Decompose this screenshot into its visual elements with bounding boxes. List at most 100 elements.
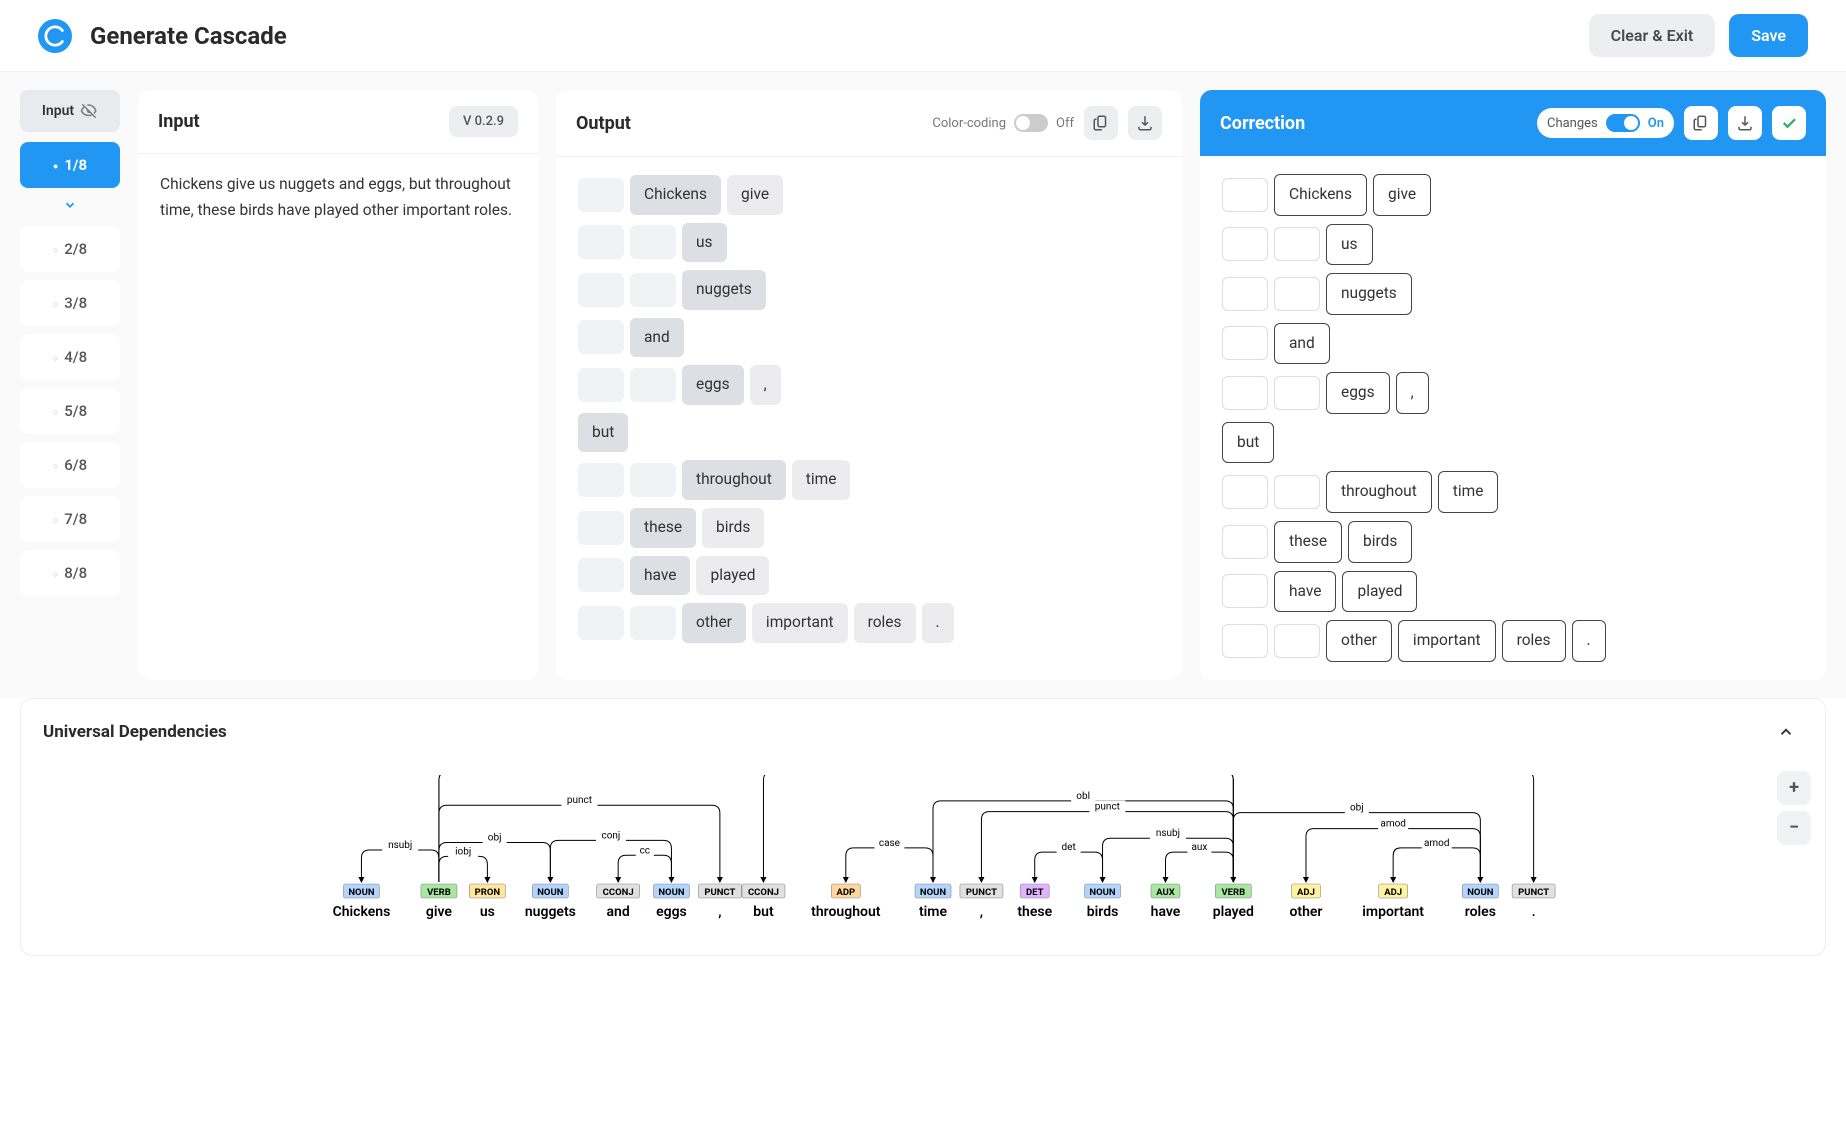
chevron-up-icon[interactable] (1769, 715, 1803, 749)
placeholder (1222, 475, 1268, 509)
placeholder (1222, 277, 1268, 311)
page-nav-item[interactable]: 4/8 (20, 334, 120, 380)
svg-text:but: but (753, 904, 774, 920)
svg-text:AUX: AUX (1156, 887, 1175, 898)
page-title: Generate Cascade (90, 22, 287, 50)
zoom-in-button[interactable]: + (1777, 771, 1811, 805)
svg-text:PUNCT: PUNCT (1518, 887, 1549, 898)
svg-text:,: , (980, 904, 983, 920)
svg-text:nsubj: nsubj (388, 840, 412, 851)
page-nav-item[interactable]: 3/8 (20, 280, 120, 326)
token-row: otherimportantroles. (578, 603, 1160, 643)
chevron-down-icon[interactable] (20, 196, 120, 218)
placeholder (630, 225, 676, 259)
placeholder (1222, 624, 1268, 658)
token-row: throughouttime (578, 460, 1160, 500)
page-nav-item[interactable]: 2/8 (20, 226, 120, 272)
token[interactable]: and (1274, 323, 1330, 365)
placeholder (1222, 574, 1268, 608)
page-nav: 1/8 2/8 3/8 4/8 5/8 6/8 7/8 8/8 (20, 142, 120, 596)
svg-text:NOUN: NOUN (1467, 887, 1494, 898)
svg-text:punct: punct (567, 795, 592, 806)
svg-text:throughout: throughout (811, 904, 881, 920)
placeholder (578, 225, 624, 259)
placeholder (1222, 326, 1268, 360)
token[interactable]: these (1274, 521, 1342, 563)
token[interactable]: . (1572, 620, 1606, 662)
placeholder (1274, 475, 1320, 509)
svg-text:PUNCT: PUNCT (966, 887, 997, 898)
svg-text:punct: punct (1095, 801, 1120, 812)
token[interactable]: roles (1502, 620, 1566, 662)
placeholder (1222, 525, 1268, 559)
svg-text:and: and (607, 904, 630, 920)
token[interactable]: have (1274, 571, 1336, 613)
placeholder (630, 606, 676, 640)
input-text: Chickens give us nuggets and eggs, but t… (138, 154, 538, 241)
clear-exit-button[interactable]: Clear & Exit (1589, 14, 1716, 57)
svg-text:cc: cc (640, 845, 650, 856)
token: time (792, 460, 851, 500)
svg-text:case: case (879, 837, 900, 848)
token: have (630, 556, 690, 596)
svg-text:aux: aux (1191, 842, 1207, 853)
svg-text:time: time (919, 904, 948, 920)
svg-text:NOUN: NOUN (658, 887, 685, 898)
token[interactable]: nuggets (1326, 273, 1412, 315)
correction-panel: Correction Changes On Chickensgiveusnugg… (1200, 90, 1826, 680)
placeholder (578, 320, 624, 354)
token[interactable]: give (1373, 174, 1431, 216)
token-row: thesebirds (1222, 521, 1804, 563)
token[interactable]: throughout (1326, 471, 1432, 513)
token[interactable]: time (1438, 471, 1499, 513)
download-icon[interactable] (1128, 106, 1162, 140)
placeholder (578, 368, 624, 402)
placeholder (578, 463, 624, 497)
page-nav-item[interactable]: 8/8 (20, 550, 120, 596)
token-row: otherimportantroles. (1222, 620, 1804, 662)
svg-text:CCONJ: CCONJ (748, 887, 779, 898)
sidebar-input-label[interactable]: Input (20, 90, 120, 132)
zoom-out-button[interactable]: − (1777, 811, 1811, 845)
svg-text:birds: birds (1087, 904, 1119, 920)
download-icon[interactable] (1728, 106, 1762, 140)
changes-toggle[interactable] (1606, 114, 1640, 132)
token[interactable]: important (1398, 620, 1496, 662)
output-panel: Output Color-coding Off Chickensgiveusnu… (556, 90, 1182, 680)
page-nav-item[interactable]: 7/8 (20, 496, 120, 542)
page-nav-item[interactable]: 5/8 (20, 388, 120, 434)
ud-panel: Universal Dependencies + − nsubjiobjobjc… (20, 698, 1826, 956)
token-row: us (1222, 224, 1804, 266)
approve-icon[interactable] (1772, 106, 1806, 140)
output-rows: Chickensgiveusnuggetsandeggs,butthrougho… (578, 175, 1160, 643)
token[interactable]: birds (1348, 521, 1412, 563)
copy-icon[interactable] (1684, 106, 1718, 140)
copy-icon[interactable] (1084, 106, 1118, 140)
svg-text:det: det (1062, 842, 1076, 853)
save-button[interactable]: Save (1729, 14, 1808, 57)
placeholder (1274, 227, 1320, 261)
dependency-graph: nsubjiobjobjconjccpunctconjcccaseoblpunc… (41, 775, 1805, 935)
svg-text:VERB: VERB (1221, 887, 1245, 898)
svg-text:CCONJ: CCONJ (603, 887, 634, 898)
token[interactable]: us (1326, 224, 1373, 266)
color-coding-toggle[interactable] (1014, 114, 1048, 132)
placeholder (1274, 624, 1320, 658)
token[interactable]: Chickens (1274, 174, 1367, 216)
token[interactable]: eggs (1326, 372, 1390, 414)
svg-text:PRON: PRON (475, 887, 501, 898)
page-nav-item[interactable]: 1/8 (20, 142, 120, 188)
token-row: haveplayed (578, 556, 1160, 596)
token: but (578, 413, 628, 453)
app-header: Generate Cascade Clear & Exit Save (0, 0, 1846, 72)
svg-text:,: , (718, 904, 721, 920)
token-row: eggs, (578, 365, 1160, 405)
svg-text:NOUN: NOUN (1089, 887, 1116, 898)
page-nav-item[interactable]: 6/8 (20, 442, 120, 488)
token[interactable]: but (1222, 422, 1274, 464)
token[interactable]: played (1342, 571, 1417, 613)
token[interactable]: other (1326, 620, 1392, 662)
token[interactable]: , (1396, 372, 1429, 414)
svg-text:have: have (1151, 904, 1181, 920)
svg-text:roles: roles (1465, 904, 1496, 920)
